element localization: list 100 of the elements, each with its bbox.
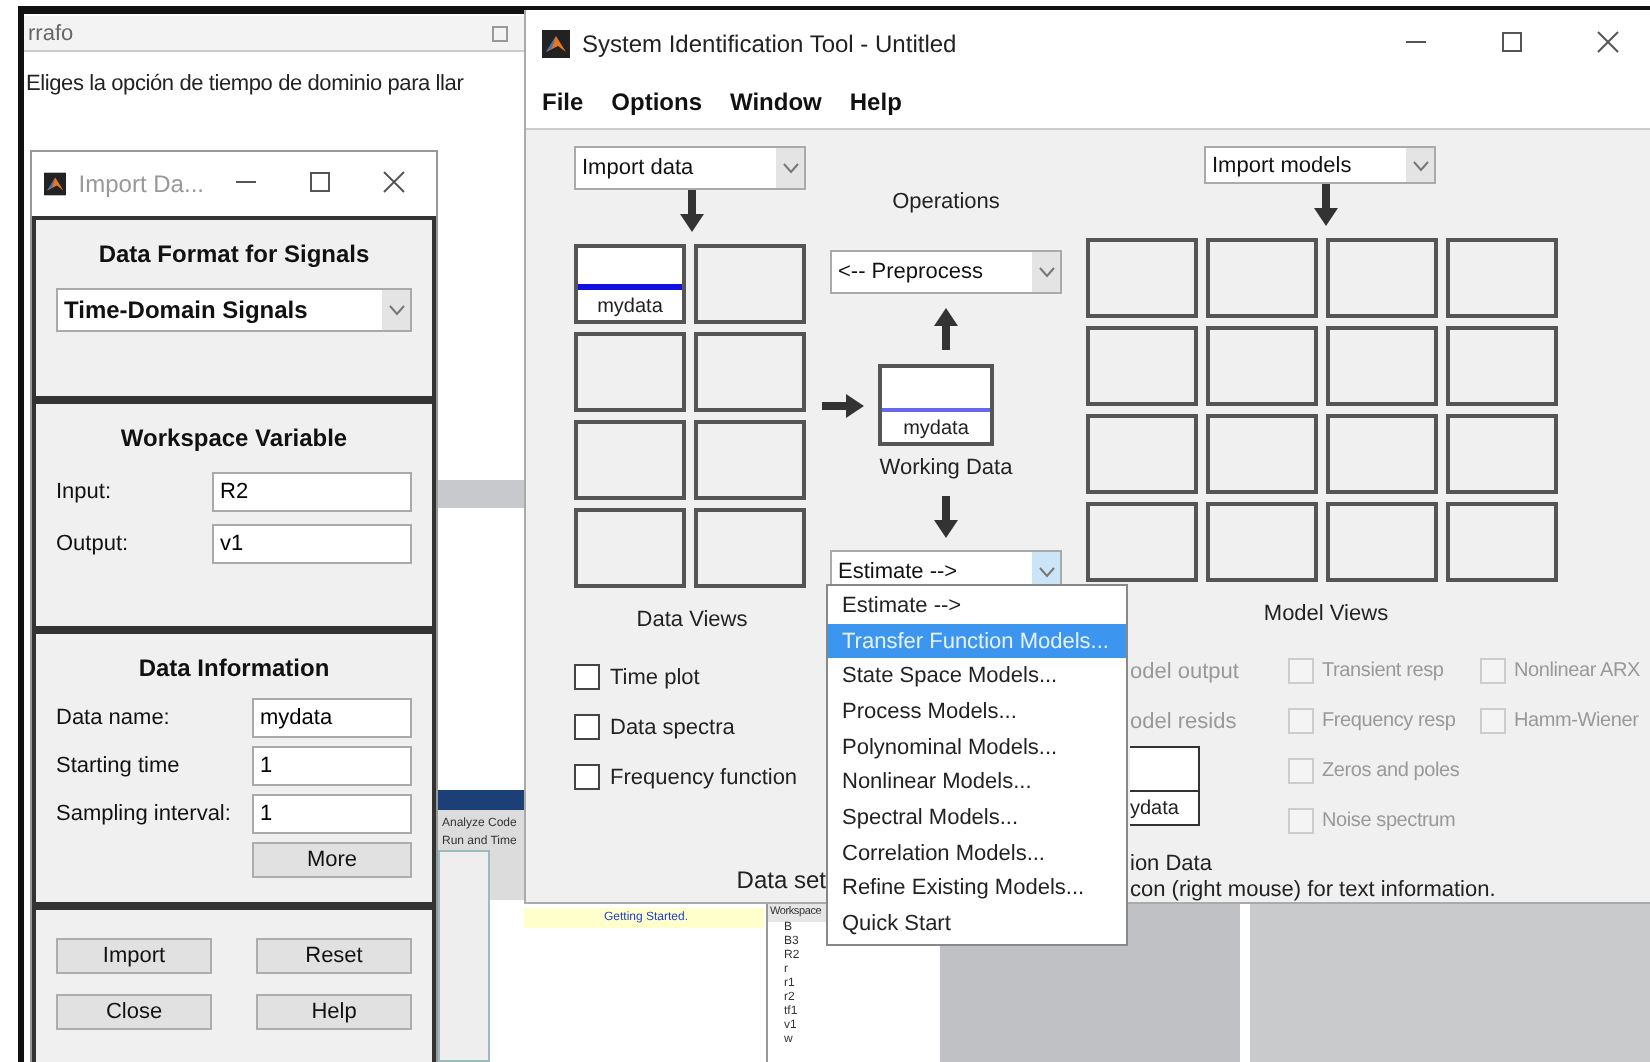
dialog-button[interactable]: Help (256, 994, 412, 1030)
field-label: Starting time (56, 754, 180, 778)
app-logo-icon (542, 29, 570, 57)
menu-item[interactable]: Correlation Models... (828, 835, 1126, 871)
chevron-icon (781, 162, 799, 174)
empty-slot (1206, 238, 1318, 318)
section-title: Data Views (636, 608, 748, 632)
checkbox-label: Zeros and poles (1322, 760, 1460, 782)
empty-slot (1446, 326, 1558, 406)
import-data-dropdown[interactable]: Import data (574, 146, 806, 190)
validation-data-icon[interactable]: ydata (1130, 746, 1200, 826)
empty-slot (1086, 502, 1198, 582)
checkbox-label: Time plot (610, 665, 700, 689)
menu-item[interactable]: Window (730, 88, 822, 116)
empty-slot (1326, 238, 1438, 318)
checkbox-label: Data spectra (610, 715, 735, 739)
empty-slot (1206, 326, 1318, 406)
checkbox-label: Frequency function (610, 765, 798, 789)
app-banner (438, 790, 524, 810)
menu-item[interactable]: Refine Existing Models... (828, 871, 1126, 907)
checkbox[interactable] (574, 664, 600, 690)
field-label: Input: (56, 480, 112, 504)
checkbox-label: Nonlinear ARX (1514, 660, 1640, 682)
right-arrow-icon (822, 391, 866, 419)
section-title: Model Views (1263, 602, 1389, 626)
empty-slot (574, 508, 686, 588)
input-field[interactable]: R2 (212, 472, 412, 512)
menu-item[interactable]: State Space Models... (828, 658, 1126, 695)
menu-item[interactable]: Polynominal Models... (828, 729, 1126, 765)
chevron-icon (387, 304, 405, 316)
input-field[interactable]: v1 (212, 524, 412, 564)
chevron-icon (1037, 566, 1055, 578)
checkbox[interactable] (574, 714, 600, 740)
maximize-icon (307, 170, 332, 194)
input-field[interactable]: 1 (252, 794, 412, 834)
menu-item[interactable]: Options (611, 88, 702, 116)
window-title: Import Da... (78, 170, 204, 198)
checkbox[interactable] (574, 764, 600, 790)
empty-slot (694, 420, 806, 500)
menu-item[interactable]: Spectral Models... (828, 800, 1126, 836)
menu-item[interactable]: Process Models... (828, 694, 1126, 730)
menu-item[interactable]: File (542, 88, 584, 116)
checkbox-label: Hamm-Wiener (1514, 710, 1639, 732)
empty-slot (1086, 238, 1198, 318)
section-title: Data set (736, 866, 826, 894)
format-dropdown[interactable]: Time-Domain Signals (56, 288, 412, 332)
section-title: Workspace Variable (118, 424, 350, 452)
field-label: Data name: (56, 706, 170, 730)
data-name: mydata (597, 296, 663, 318)
field-label: Sampling interval: (56, 802, 231, 826)
preprocess-dropdown[interactable]: <-- Preprocess (830, 250, 1062, 294)
field-label: Output: (56, 532, 129, 556)
empty-slot (1086, 326, 1198, 406)
close-icon (1596, 29, 1620, 53)
up-arrow-icon (932, 306, 960, 350)
import-models-dropdown[interactable]: Import models (1204, 146, 1436, 184)
empty-slot (694, 508, 806, 588)
input-field[interactable]: mydata (252, 698, 412, 738)
menu-item[interactable]: Nonlinear Models... (828, 764, 1126, 801)
checkbox-label: Transient resp (1322, 660, 1444, 682)
empty-slot (1326, 502, 1438, 582)
section-title: ion Data (1128, 852, 1212, 876)
more-button[interactable]: More (252, 842, 412, 878)
menu-item[interactable]: Help (849, 88, 902, 116)
empty-slot (1446, 502, 1558, 582)
section-title: Operations (892, 190, 1000, 214)
close-icon (381, 170, 406, 194)
dialog-button[interactable]: Reset (256, 938, 412, 974)
empty-slot (694, 332, 806, 412)
data-icon[interactable]: mydata (574, 244, 686, 324)
input-field[interactable]: 1 (252, 746, 412, 786)
empty-slot (1086, 414, 1198, 494)
empty-slot (574, 420, 686, 500)
checkbox-label: Frequency resp (1322, 710, 1456, 732)
menu-item[interactable]: Estimate --> (828, 588, 1126, 624)
down-arrow-icon (1312, 184, 1340, 228)
chevron-icon (1037, 266, 1055, 278)
empty-slot (694, 244, 806, 324)
menu-item[interactable]: Quick Start (828, 906, 1126, 942)
checkbox-label: odel output (1130, 659, 1239, 683)
empty-slot (1326, 414, 1438, 494)
section-title: Working Data (879, 456, 1013, 480)
document-text: Eliges la opción de tiempo de dominio para llar (26, 72, 464, 96)
hint-text: con (right mouse) for text information. (1128, 878, 1496, 902)
empty-slot (1206, 414, 1318, 494)
empty-slot (1326, 326, 1438, 406)
checkbox-label: Noise spectrum (1322, 810, 1456, 832)
dialog-button[interactable]: Import (56, 938, 212, 974)
tab-label: rrafo (28, 21, 74, 45)
empty-slot (574, 332, 686, 412)
window-title: System Identification Tool - Untitled (582, 29, 959, 57)
chevron-icon (1411, 159, 1429, 171)
expand-icon (492, 25, 508, 41)
window-toolbar (438, 480, 524, 508)
section-title: Data Information (136, 654, 332, 682)
data-name: ydata (1130, 797, 1179, 819)
empty-slot (1206, 502, 1318, 582)
dialog-button[interactable]: Close (56, 994, 212, 1030)
working-data-icon[interactable]: mydata (878, 364, 994, 446)
down-arrow-icon (678, 190, 706, 234)
